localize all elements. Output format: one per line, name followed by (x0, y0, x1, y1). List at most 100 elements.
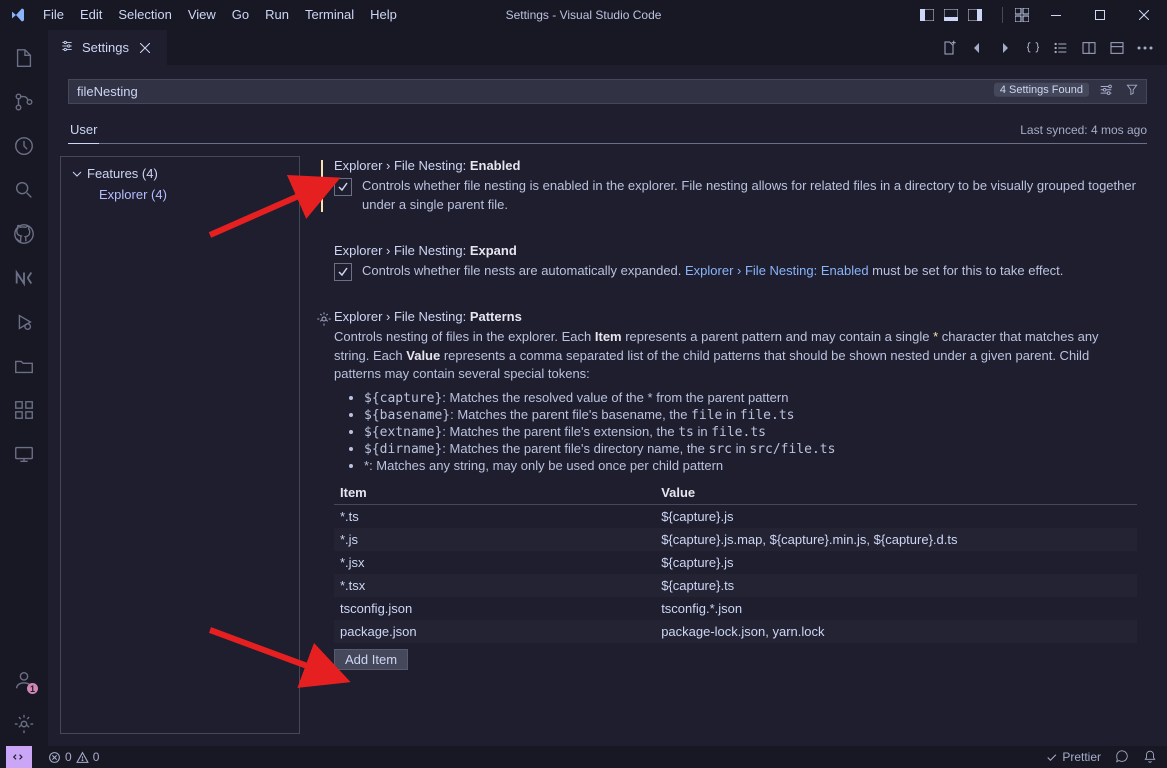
debug-icon[interactable] (0, 300, 48, 344)
folder-icon[interactable] (0, 344, 48, 388)
prev-icon[interactable] (967, 38, 987, 58)
pattern-value: ${capture}.js (655, 505, 1137, 529)
editor-tab-bar: Settings (48, 30, 1167, 65)
table-row[interactable]: *.ts${capture}.js (334, 505, 1137, 529)
clear-search-icon[interactable] (1097, 80, 1115, 98)
editor-actions (939, 30, 1167, 65)
maximize-button[interactable] (1079, 0, 1121, 30)
column-item: Item (334, 481, 655, 505)
settings-scope-tabs: User Last synced: 4 mos ago (68, 116, 1147, 144)
problems-status[interactable]: 0 0 (48, 750, 99, 764)
remote-indicator[interactable] (6, 746, 32, 768)
menu-view[interactable]: View (180, 0, 224, 30)
window-title: Settings - Visual Studio Code (506, 8, 662, 22)
layout-icon[interactable] (1107, 38, 1127, 58)
setting-file-nesting-enabled: Explorer › File Nesting: Enabled Control… (314, 158, 1137, 215)
layout-bottom-icon[interactable] (942, 7, 960, 23)
github-icon[interactable] (0, 212, 48, 256)
pattern-value: ${capture}.ts (655, 574, 1137, 597)
new-file-icon[interactable] (939, 38, 959, 58)
setting-file-nesting-patterns: Explorer › File Nesting: Patterns Contro… (314, 309, 1137, 671)
tab-settings[interactable]: Settings (48, 30, 168, 65)
list-item: ${capture}: Matches the resolved value o… (364, 390, 1137, 406)
pattern-item: *.ts (334, 505, 655, 529)
main-menu: File Edit Selection View Go Run Terminal… (35, 0, 405, 30)
source-control-icon[interactable] (0, 80, 48, 124)
setting-title: Explorer › File Nesting: Expand (334, 243, 1137, 258)
setting-title: Explorer › File Nesting: Enabled (334, 158, 1137, 173)
vscode-logo-icon (0, 7, 35, 23)
toc-features[interactable]: Features (4) (61, 163, 299, 184)
add-item-button[interactable]: Add Item (334, 649, 408, 670)
setting-description: Controls whether file nests are automati… (362, 262, 1063, 281)
token-list: ${capture}: Matches the resolved value o… (364, 390, 1137, 473)
settings-search-input[interactable] (68, 79, 1147, 104)
search-icon[interactable] (0, 168, 48, 212)
tab-label: Settings (82, 40, 129, 55)
sync-status[interactable]: Last synced: 4 mos ago (1020, 123, 1147, 137)
split-editor-icon[interactable] (1079, 38, 1099, 58)
checkbox-expand[interactable] (334, 263, 352, 281)
list-item: ${dirname}: Matches the parent file's di… (364, 441, 1137, 457)
pattern-item: *.tsx (334, 574, 655, 597)
menu-selection[interactable]: Selection (110, 0, 179, 30)
menu-file[interactable]: File (35, 0, 72, 30)
nx-icon[interactable] (0, 256, 48, 300)
remote-explorer-icon[interactable] (0, 432, 48, 476)
menu-terminal[interactable]: Terminal (297, 0, 362, 30)
next-icon[interactable] (995, 38, 1015, 58)
feedback-icon[interactable] (1115, 750, 1129, 764)
table-row[interactable]: *.js${capture}.js.map, ${capture}.min.js… (334, 528, 1137, 551)
table-row[interactable]: *.jsx${capture}.js (334, 551, 1137, 574)
menu-go[interactable]: Go (224, 0, 257, 30)
table-row[interactable]: *.tsx${capture}.ts (334, 574, 1137, 597)
list-item: *: Matches any string, may only be used … (364, 458, 1137, 473)
accounts-badge: 1 (27, 683, 38, 694)
settings-content[interactable]: Explorer › File Nesting: Enabled Control… (300, 144, 1167, 746)
more-actions-icon[interactable] (1135, 38, 1155, 58)
menu-run[interactable]: Run (257, 0, 297, 30)
column-value: Value (655, 481, 1137, 505)
toc-features-label: Features (4) (87, 166, 158, 181)
gear-icon[interactable] (316, 311, 332, 330)
pattern-value: ${capture}.js.map, ${capture}.min.js, ${… (655, 528, 1137, 551)
list-item: ${extname}: Matches the parent file's ex… (364, 424, 1137, 440)
pattern-value: ${capture}.js (655, 551, 1137, 574)
setting-description: Controls whether file nesting is enabled… (362, 177, 1137, 215)
minimize-button[interactable] (1035, 0, 1077, 30)
bell-icon[interactable] (1143, 750, 1157, 764)
link-file-nesting-enabled[interactable]: Explorer › File Nesting: Enabled (685, 263, 869, 278)
layout-right-icon[interactable] (966, 7, 984, 23)
pattern-item: tsconfig.json (334, 597, 655, 620)
table-row[interactable]: package.jsonpackage-lock.json, yarn.lock (334, 620, 1137, 643)
toc-explorer[interactable]: Explorer (4) (61, 184, 299, 205)
list-icon[interactable] (1051, 38, 1071, 58)
list-item: ${basename}: Matches the parent file's b… (364, 407, 1137, 423)
accounts-icon[interactable]: 1 (0, 658, 48, 702)
timeline-icon[interactable] (0, 124, 48, 168)
warning-count: 0 (93, 750, 100, 764)
prettier-status[interactable]: Prettier (1045, 750, 1101, 764)
filter-icon[interactable] (1123, 80, 1141, 98)
close-tab-icon[interactable] (137, 40, 153, 56)
menu-help[interactable]: Help (362, 0, 405, 30)
modified-indicator (321, 160, 323, 212)
setting-title: Explorer › File Nesting: Patterns (334, 309, 1137, 324)
status-bar: 0 0 Prettier (0, 746, 1167, 768)
extensions-icon[interactable] (0, 388, 48, 432)
close-button[interactable] (1123, 0, 1165, 30)
settings-gear-icon[interactable] (0, 702, 48, 746)
activity-bar: 1 (0, 30, 48, 746)
json-icon[interactable] (1023, 38, 1043, 58)
error-count: 0 (65, 750, 72, 764)
titlebar: File Edit Selection View Go Run Terminal… (0, 0, 1167, 30)
layout-left-icon[interactable] (918, 7, 936, 23)
customize-layout-icon[interactable] (1013, 7, 1031, 23)
menu-edit[interactable]: Edit (72, 0, 110, 30)
separator (1002, 7, 1003, 23)
chevron-down-icon (71, 169, 83, 179)
explorer-view-icon[interactable] (0, 36, 48, 80)
scope-tab-user[interactable]: User (68, 116, 99, 144)
table-row[interactable]: tsconfig.jsontsconfig.*.json (334, 597, 1137, 620)
checkbox-enabled[interactable] (334, 178, 352, 196)
